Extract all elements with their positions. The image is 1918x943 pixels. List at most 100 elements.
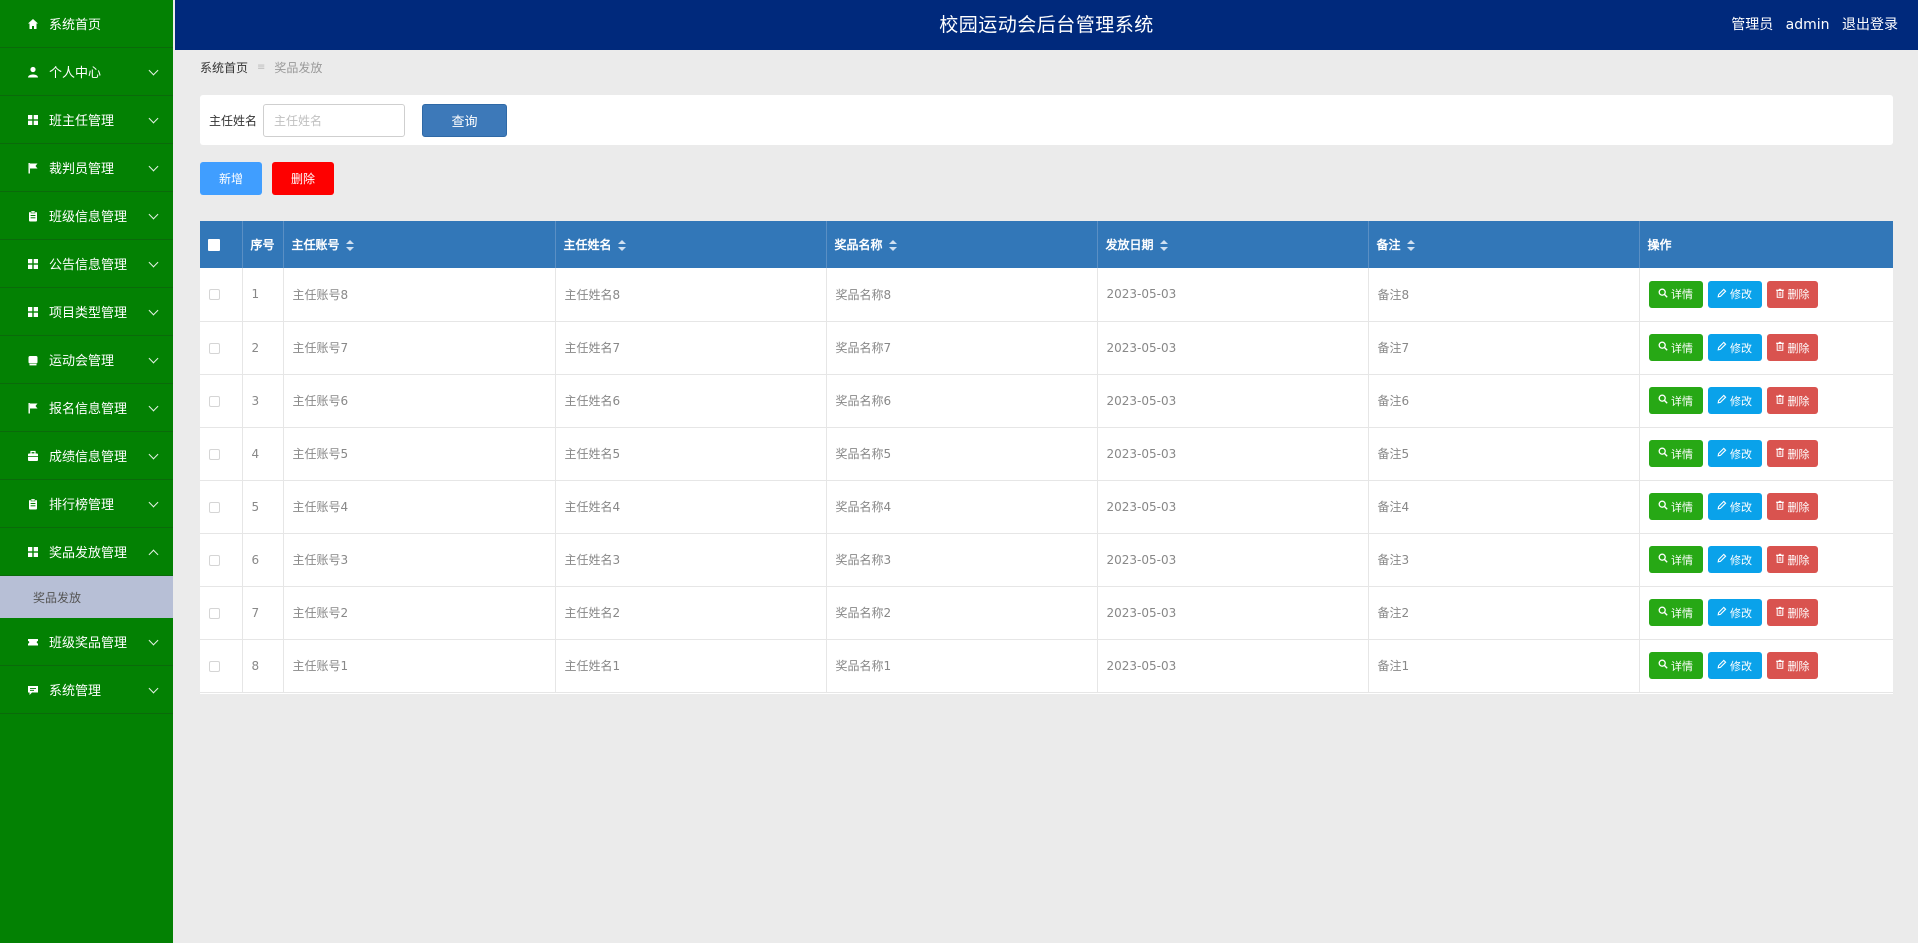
detail-button[interactable]: 详情 bbox=[1648, 387, 1703, 414]
row-checkbox[interactable] bbox=[209, 395, 220, 407]
sidebar-item[interactable]: 裁判员管理 bbox=[0, 144, 173, 192]
table-row: 6 主任账号3 主任姓名3 奖品名称3 2023-05-03 备注3 详情 修改 删除 bbox=[200, 533, 1893, 586]
sort-icon[interactable] bbox=[617, 240, 626, 251]
delete-button[interactable]: 删除 bbox=[1766, 599, 1818, 626]
edit-button[interactable]: 修改 bbox=[1707, 387, 1762, 414]
edit-button[interactable]: 修改 bbox=[1707, 652, 1762, 679]
column-header-prize[interactable]: 奖品名称 bbox=[826, 221, 1098, 268]
sort-icon[interactable] bbox=[345, 240, 354, 251]
chevron-down-icon bbox=[148, 305, 159, 315]
sort-icon[interactable] bbox=[1159, 240, 1168, 251]
edit-button[interactable]: 修改 bbox=[1707, 280, 1762, 308]
delete-button[interactable]: 删除 bbox=[1766, 652, 1818, 679]
sidebar-item[interactable]: 成绩信息管理 bbox=[0, 432, 173, 480]
cell-prize: 奖品名称4 bbox=[826, 480, 1098, 533]
user-role: 管理员 bbox=[1731, 17, 1774, 33]
delete-button[interactable]: 删除 bbox=[1766, 280, 1818, 308]
submenu-item-prize-distribution[interactable]: 奖品发放 bbox=[0, 576, 173, 618]
sidebar-item[interactable]: 系统管理 bbox=[0, 666, 173, 714]
sort-icon[interactable] bbox=[1406, 240, 1415, 251]
detail-button[interactable]: 详情 bbox=[1648, 440, 1703, 467]
row-checkbox[interactable] bbox=[209, 289, 220, 301]
edit-button[interactable]: 修改 bbox=[1707, 334, 1762, 361]
delete-label: 删除 bbox=[1787, 553, 1810, 567]
logout-link[interactable]: 退出登录 bbox=[1842, 17, 1898, 33]
sidebar-item-label: 项目类型管理 bbox=[49, 306, 128, 321]
search-input[interactable] bbox=[263, 104, 405, 137]
cell-name: 主任姓名7 bbox=[555, 321, 827, 374]
column-header-name[interactable]: 主任姓名 bbox=[555, 221, 827, 268]
sidebar-item[interactable]: 奖品发放管理 bbox=[0, 528, 173, 576]
drive-icon bbox=[26, 353, 40, 367]
edit-icon bbox=[1717, 447, 1730, 460]
column-header-note[interactable]: 备注 bbox=[1368, 221, 1640, 268]
edit-button[interactable]: 修改 bbox=[1707, 440, 1762, 467]
sidebar-item[interactable]: 报名信息管理 bbox=[0, 384, 173, 432]
edit-label: 修改 bbox=[1730, 394, 1752, 408]
detail-button[interactable]: 详情 bbox=[1648, 280, 1703, 308]
chevron-down-icon bbox=[148, 401, 159, 411]
user-area: 管理员 admin 退出登录 bbox=[1723, 0, 1898, 50]
sidebar-item[interactable]: 公告信息管理 bbox=[0, 240, 173, 288]
row-checkbox[interactable] bbox=[209, 342, 220, 354]
sidebar-item[interactable]: 项目类型管理 bbox=[0, 288, 173, 336]
cell-actions: 详情 修改 删除 bbox=[1639, 321, 1893, 374]
row-checkbox[interactable] bbox=[209, 554, 220, 566]
detail-label: 详情 bbox=[1671, 500, 1693, 514]
edit-button[interactable]: 修改 bbox=[1707, 546, 1762, 573]
detail-label: 详情 bbox=[1671, 659, 1693, 673]
breadcrumb-home[interactable]: 系统首页 bbox=[200, 59, 248, 76]
delete-button[interactable]: 删除 bbox=[1766, 387, 1818, 414]
edit-button[interactable]: 修改 bbox=[1707, 493, 1762, 520]
sidebar-item[interactable]: 班级奖品管理 bbox=[0, 618, 173, 666]
cell-account: 主任账号1 bbox=[283, 639, 556, 692]
delete-label: 删除 bbox=[1787, 447, 1810, 461]
detail-button[interactable]: 详情 bbox=[1648, 546, 1703, 573]
user-name: admin bbox=[1785, 17, 1830, 33]
row-checkbox[interactable] bbox=[209, 660, 220, 672]
detail-button[interactable]: 详情 bbox=[1648, 334, 1703, 361]
delete-button[interactable]: 删除 bbox=[1766, 334, 1818, 361]
cell-date: 2023-05-03 bbox=[1097, 374, 1369, 427]
sidebar-item[interactable]: 班级信息管理 bbox=[0, 192, 173, 240]
sidebar-item[interactable]: 排行榜管理 bbox=[0, 480, 173, 528]
column-header-account[interactable]: 主任账号 bbox=[283, 221, 556, 268]
detail-button[interactable]: 详情 bbox=[1648, 652, 1703, 679]
sidebar-item[interactable]: 系统首页 bbox=[0, 0, 173, 48]
chat-icon bbox=[26, 683, 40, 697]
table-row: 8 主任账号1 主任姓名1 奖品名称1 2023-05-03 备注1 详情 修改 删除 bbox=[200, 639, 1893, 692]
column-label: 备注 bbox=[1376, 238, 1401, 252]
delete-button[interactable]: 删除 bbox=[1766, 493, 1818, 520]
cell-account: 主任账号7 bbox=[283, 321, 556, 374]
cell-name: 主任姓名5 bbox=[555, 427, 827, 480]
select-all-checkbox[interactable] bbox=[208, 239, 220, 251]
cell-date: 2023-05-03 bbox=[1097, 321, 1369, 374]
add-button[interactable]: 新增 bbox=[200, 162, 262, 195]
query-button[interactable]: 查询 bbox=[422, 104, 507, 137]
row-checkbox[interactable] bbox=[209, 448, 220, 460]
app-title: 校园运动会后台管理系统 bbox=[939, 14, 1154, 36]
row-checkbox[interactable] bbox=[209, 501, 220, 513]
delete-label: 删除 bbox=[1787, 659, 1810, 673]
cell-index: 3 bbox=[242, 374, 284, 427]
row-checkbox[interactable] bbox=[209, 607, 220, 619]
delete-button[interactable]: 删除 bbox=[1766, 440, 1818, 467]
delete-button[interactable]: 删除 bbox=[1766, 546, 1818, 573]
sort-icon[interactable] bbox=[888, 240, 897, 251]
table-row: 1 主任账号8 主任姓名8 奖品名称8 2023-05-03 备注8 详情 修改 删除 bbox=[200, 268, 1893, 321]
sidebar-item[interactable]: 班主任管理 bbox=[0, 96, 173, 144]
chevron-down-icon bbox=[148, 449, 159, 459]
detail-button[interactable]: 详情 bbox=[1648, 493, 1703, 520]
search-icon bbox=[1658, 659, 1671, 672]
batch-delete-button[interactable]: 删除 bbox=[272, 162, 334, 195]
sidebar-menu: 系统首页 个人中心 班主任管理 裁判员管理 班级信息管理 公告信息管理项目类型管理运动会管… bbox=[0, 0, 173, 714]
cell-account: 主任账号3 bbox=[283, 533, 556, 586]
row-select-cell bbox=[200, 480, 243, 533]
detail-label: 详情 bbox=[1671, 606, 1693, 620]
column-header-date[interactable]: 发放日期 bbox=[1097, 221, 1369, 268]
detail-button[interactable]: 详情 bbox=[1648, 599, 1703, 626]
sidebar-item[interactable]: 个人中心 bbox=[0, 48, 173, 96]
sidebar-item[interactable]: 运动会管理 bbox=[0, 336, 173, 384]
grid-icon bbox=[26, 305, 40, 319]
edit-button[interactable]: 修改 bbox=[1707, 599, 1762, 626]
